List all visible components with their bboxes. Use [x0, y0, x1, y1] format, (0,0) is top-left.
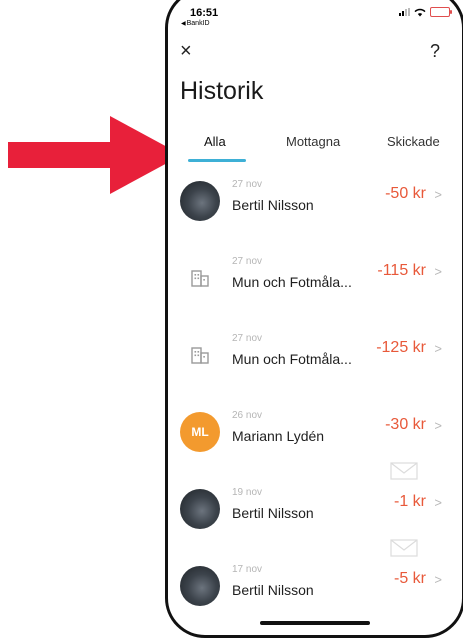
chevron-right-icon: >	[434, 495, 442, 510]
transaction-date: 27 nov	[232, 179, 263, 190]
building-icon	[191, 270, 209, 287]
avatar: ML	[180, 412, 220, 452]
chevron-right-icon: >	[434, 572, 442, 587]
page-title: Historik	[180, 77, 264, 105]
back-to-app-link[interactable]: ◀BankID	[181, 20, 210, 27]
transaction-row[interactable]: ML 26 nov Mariann Lydén -30 kr >	[168, 410, 462, 482]
transaction-name: Mun och Fotmåla...	[232, 351, 352, 367]
avatar	[180, 566, 220, 606]
transaction-row[interactable]: 19 nov Bertil Nilsson -1 kr >	[168, 487, 462, 559]
avatar	[180, 181, 220, 221]
transaction-date: 19 nov	[232, 487, 263, 498]
transaction-row[interactable]: 27 nov Bertil Nilsson -50 kr >	[168, 179, 462, 251]
status-time: 16:51	[190, 7, 219, 19]
transaction-row[interactable]: 17 nov Bertil Nilsson -5 kr >	[168, 564, 462, 635]
back-app-label: BankID	[186, 20, 210, 27]
wifi-icon	[414, 8, 426, 16]
transaction-date: 26 nov	[232, 410, 263, 421]
transaction-amount: -125 kr	[376, 339, 426, 356]
building-icon	[191, 347, 209, 364]
transaction-name: Mun och Fotmåla...	[232, 274, 352, 290]
tab-mottagna[interactable]: Mottagna	[286, 134, 340, 149]
tab-bar: Alla Mottagna Skickade	[168, 129, 462, 165]
transaction-date: 27 nov	[232, 333, 263, 344]
transaction-name: Mariann Lydén	[232, 428, 325, 444]
transaction-amount: -5 kr	[394, 570, 426, 587]
envelope-icon	[390, 462, 418, 480]
transaction-name: Bertil Nilsson	[232, 197, 314, 213]
back-triangle-icon: ◀	[181, 21, 186, 27]
home-indicator[interactable]	[260, 621, 370, 625]
transaction-name: Bertil Nilsson	[232, 505, 314, 521]
tab-alla[interactable]: Alla	[204, 134, 226, 149]
transaction-date: 17 nov	[232, 564, 263, 575]
transaction-row[interactable]: 27 nov Mun och Fotmåla... -125 kr >	[168, 333, 462, 405]
tab-skickade[interactable]: Skickade	[387, 134, 440, 149]
chevron-right-icon: >	[434, 418, 442, 433]
battery-icon	[430, 7, 452, 17]
chevron-right-icon: >	[434, 187, 442, 202]
signal-icon	[399, 8, 410, 16]
transaction-amount: -115 kr	[377, 262, 426, 279]
transaction-date: 27 nov	[232, 256, 263, 267]
close-button[interactable]: ×	[180, 41, 192, 61]
status-icons	[399, 7, 452, 17]
annotation-arrow-icon	[8, 116, 182, 194]
transaction-amount: -50 kr	[385, 185, 426, 202]
help-button[interactable]: ?	[430, 41, 440, 61]
phone-frame: 16:51 ◀BankID × ? Historik Alla Mottagna…	[165, 0, 463, 638]
envelope-icon	[390, 539, 418, 557]
status-bar: 16:51 ◀BankID	[168, 0, 462, 31]
chevron-right-icon: >	[434, 264, 442, 279]
chevron-right-icon: >	[434, 341, 442, 356]
transaction-row[interactable]: 27 nov Mun och Fotmåla... -115 kr >	[168, 256, 462, 328]
transaction-amount: -30 kr	[385, 416, 426, 433]
transaction-amount: -1 kr	[394, 493, 426, 510]
transaction-name: Bertil Nilsson	[232, 582, 314, 598]
avatar	[180, 489, 220, 529]
active-tab-indicator	[188, 159, 246, 162]
